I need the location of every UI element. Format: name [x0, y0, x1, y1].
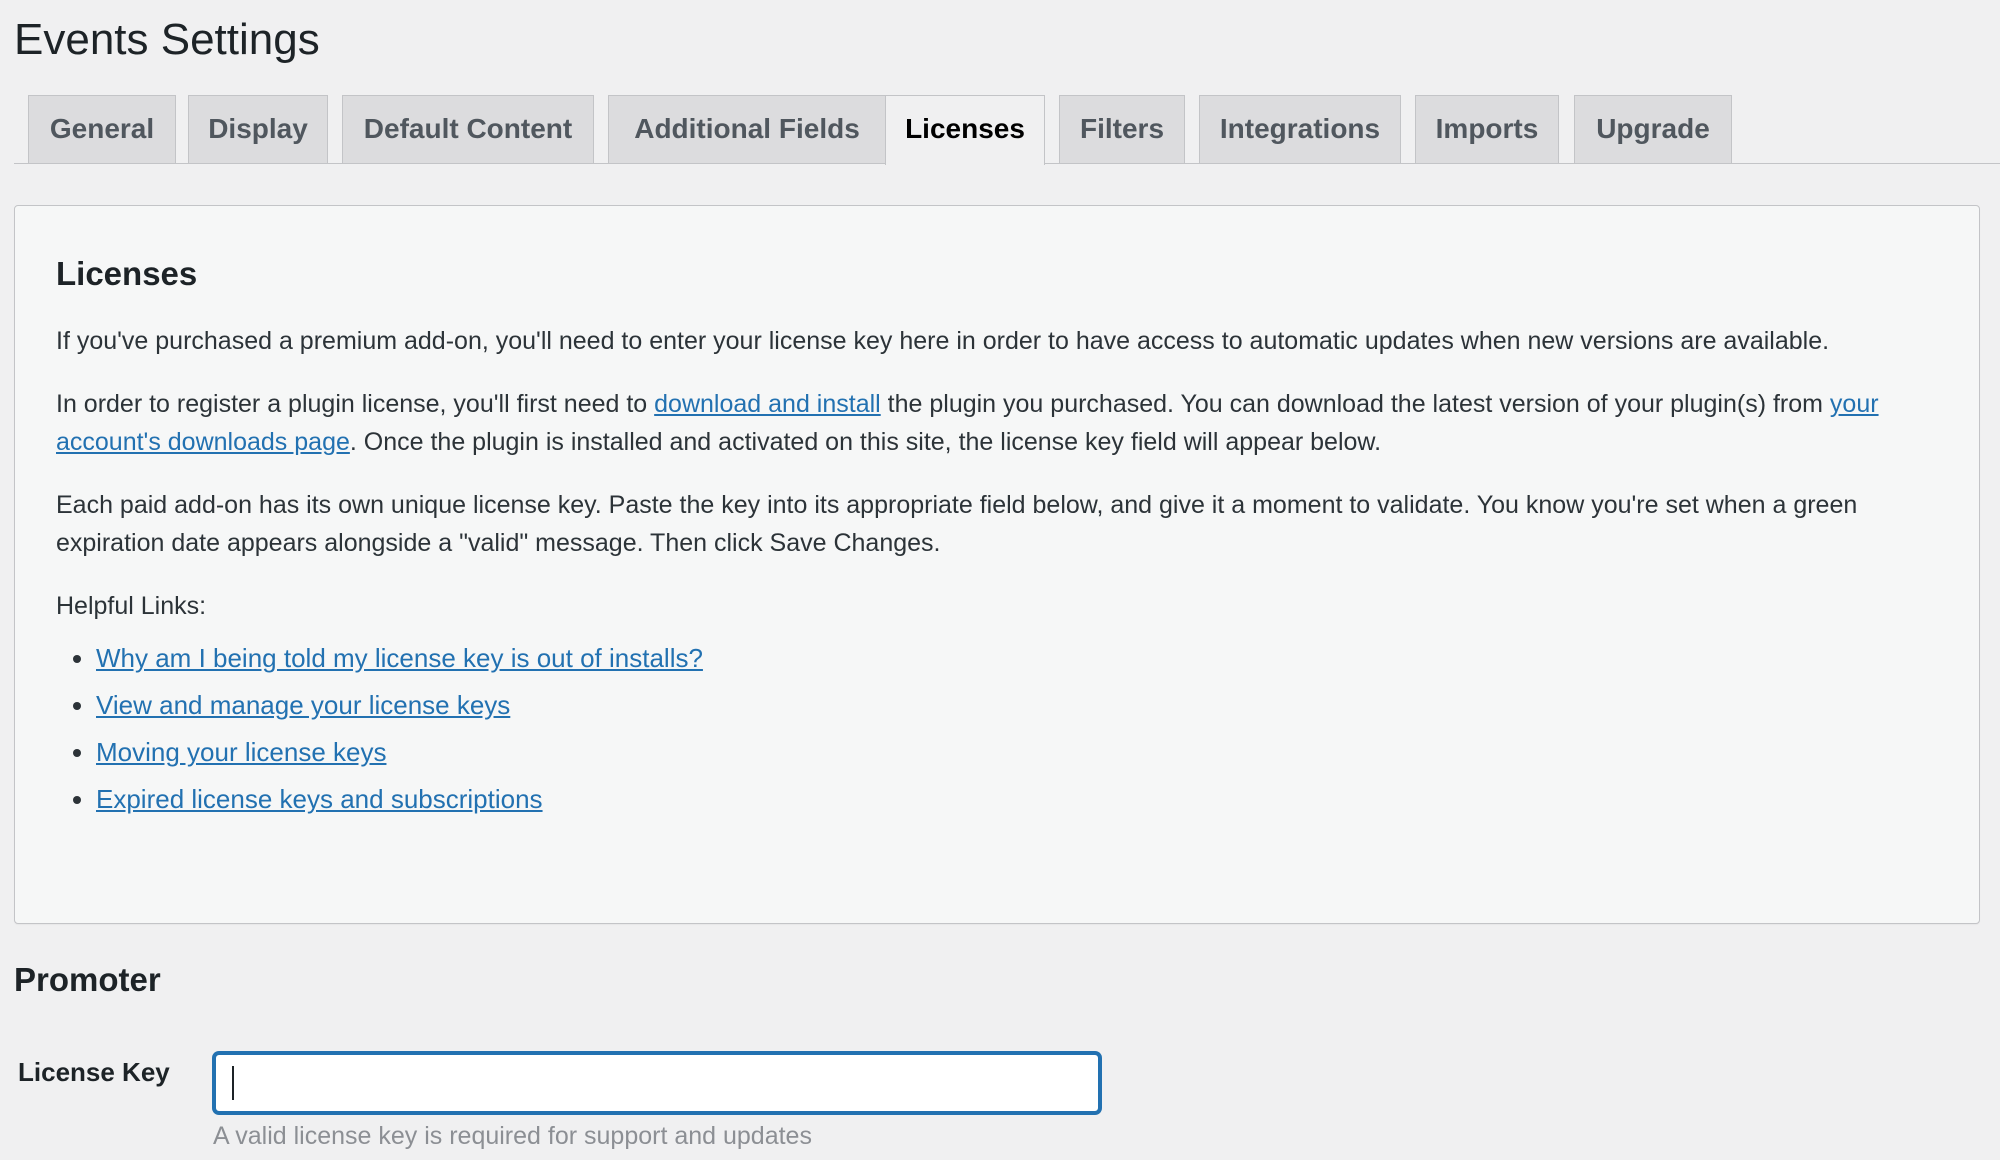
license-key-help-text: A valid license key is required for supp…	[213, 1122, 812, 1150]
register-text-2: the plugin you purchased. You can downlo…	[880, 390, 1830, 418]
download-and-install-link[interactable]: download and install	[654, 390, 881, 418]
promoter-section-title: Promoter	[14, 961, 161, 998]
helpful-links-list: Why am I being told my license key is ou…	[56, 635, 1936, 823]
manage-license-keys-link[interactable]: View and manage your license keys	[96, 690, 510, 720]
tab-integrations[interactable]: Integrations	[1199, 95, 1401, 163]
tab-filters[interactable]: Filters	[1059, 95, 1185, 163]
license-key-label: License Key	[18, 1057, 170, 1087]
register-text-3: . Once the plugin is installed and activ…	[349, 428, 1382, 456]
text-cursor	[232, 1066, 234, 1100]
list-item: Moving your license keys	[96, 729, 1936, 776]
tab-default-content[interactable]: Default Content	[342, 95, 594, 163]
page-title: Events Settings	[14, 15, 320, 64]
register-text-1: In order to register a plugin license, y…	[56, 390, 655, 418]
settings-tabs: General Display Default Content Addition…	[14, 95, 2000, 165]
tab-upgrade[interactable]: Upgrade	[1574, 95, 1732, 163]
helpful-links-label: Helpful Links:	[56, 592, 207, 620]
license-key-input[interactable]	[213, 1052, 1101, 1114]
events-settings-page: Events Settings General Display Default …	[0, 0, 2000, 1160]
moving-license-keys-link[interactable]: Moving your license keys	[96, 737, 386, 767]
licenses-register-paragraph: In order to register a plugin license, y…	[56, 385, 1936, 461]
list-item: View and manage your license keys	[96, 682, 1936, 729]
licenses-heading: Licenses	[56, 255, 198, 292]
tab-display[interactable]: Display	[188, 95, 328, 163]
licenses-info-content: Licenses If you've purchased a premium a…	[56, 254, 1936, 823]
tab-imports[interactable]: Imports	[1415, 95, 1559, 163]
list-item: Why am I being told my license key is ou…	[96, 635, 1936, 682]
licenses-intro-paragraph: If you've purchased a premium add-on, yo…	[56, 327, 1830, 355]
out-of-installs-link[interactable]: Why am I being told my license key is ou…	[96, 643, 703, 673]
tab-general[interactable]: General	[28, 95, 176, 163]
licenses-validate-paragraph: Each paid add-on has its own unique lice…	[56, 491, 1858, 557]
licenses-info-box: Licenses If you've purchased a premium a…	[14, 205, 1980, 924]
tab-licenses[interactable]: Licenses	[885, 95, 1045, 165]
list-item: Expired license keys and subscriptions	[96, 776, 1936, 823]
expired-license-keys-link[interactable]: Expired license keys and subscriptions	[96, 784, 543, 814]
tab-additional-fields[interactable]: Additional Fields	[608, 95, 886, 163]
